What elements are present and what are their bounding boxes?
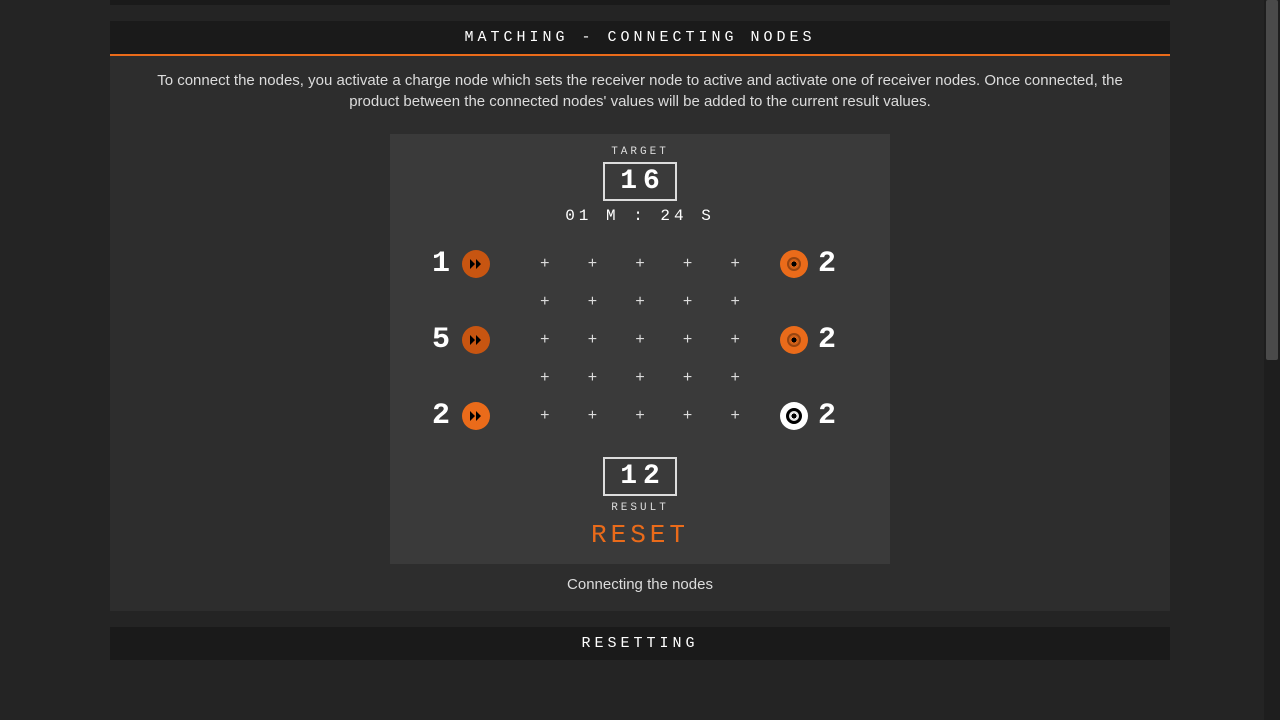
node-row: 1 +++++ 2 (430, 241, 850, 287)
charge-node-value: 2 (430, 399, 454, 433)
game-panel: TARGET 16 01 M : 24 S 1 (390, 134, 890, 564)
prev-section-header: HACK (110, 0, 1170, 5)
section-description: To connect the nodes, you activate a cha… (110, 56, 1170, 120)
node-row: 2 +++++ 2 (430, 393, 850, 439)
result-label: RESULT (390, 502, 890, 514)
section-header: MATCHING - CONNECTING NODES (110, 21, 1170, 54)
timer: 01 M : 24 S (390, 207, 890, 225)
receiver-node-value: 2 (816, 323, 840, 357)
target-icon (780, 326, 808, 354)
fast-forward-icon (462, 402, 490, 430)
charge-node-value: 5 (430, 323, 454, 357)
grid-dots: +++++ (540, 407, 740, 425)
grid-dots: +++++ (540, 331, 740, 349)
target-label: TARGET (390, 146, 890, 158)
section-matching: MATCHING - CONNECTING NODES To connect t… (110, 21, 1170, 611)
target-icon (780, 402, 808, 430)
charge-node[interactable]: 1 (430, 247, 500, 281)
scrollbar-thumb[interactable] (1266, 0, 1278, 360)
charge-node[interactable]: 5 (430, 323, 500, 357)
charge-node[interactable]: 2 (430, 399, 500, 433)
target-value: 16 (603, 162, 677, 201)
grid-dots: +++++ (430, 363, 850, 393)
figure-caption: Connecting the nodes (110, 570, 1170, 611)
receiver-node-value: 2 (816, 399, 840, 433)
scrollbar-track[interactable] (1264, 0, 1280, 720)
grid-dots: +++++ (430, 287, 850, 317)
next-section-header: RESETTING (110, 627, 1170, 660)
grid-dots: +++++ (540, 255, 740, 273)
node-board: 1 +++++ 2 (430, 241, 850, 439)
fast-forward-icon (462, 250, 490, 278)
reset-button[interactable]: RESET (390, 520, 890, 550)
target-icon (780, 250, 808, 278)
receiver-node-value: 2 (816, 247, 840, 281)
receiver-node[interactable]: 2 (780, 399, 850, 433)
charge-node-value: 1 (430, 247, 454, 281)
receiver-node[interactable]: 2 (780, 323, 850, 357)
receiver-node[interactable]: 2 (780, 247, 850, 281)
node-row: 5 +++++ 2 (430, 317, 850, 363)
result-value: 12 (603, 457, 677, 496)
fast-forward-icon (462, 326, 490, 354)
